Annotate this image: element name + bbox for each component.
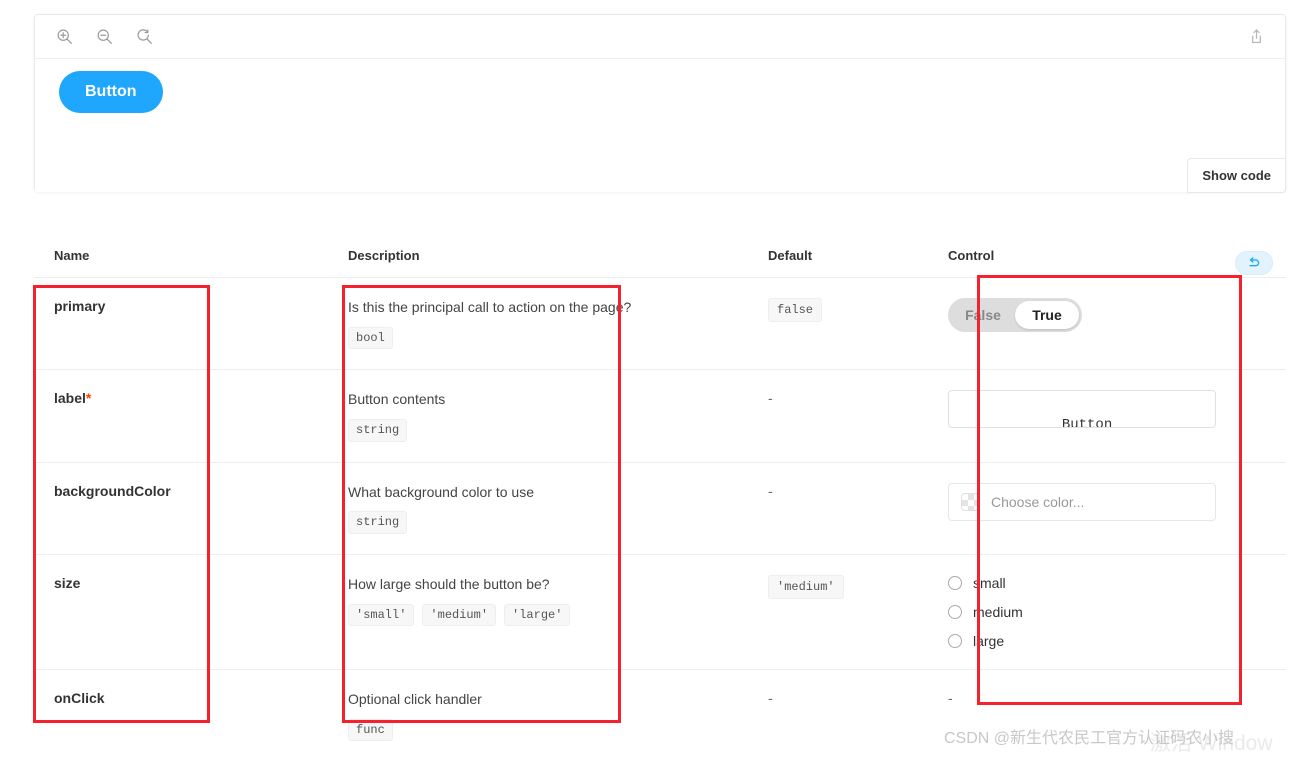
type-pill: string [348,419,408,442]
zoom-out-icon[interactable] [87,22,121,52]
preview-toolbar [35,15,1285,59]
prop-control-cell: False True [934,277,1286,370]
prop-name-text: primary [54,298,106,314]
default-value: - [768,482,773,499]
required-marker: * [85,390,92,407]
args-table: Name Description Default Control primary… [34,248,1286,757]
table-row: primary Is this the principal call to ac… [34,277,1286,370]
share-icon[interactable] [1239,22,1273,52]
prop-description-cell: How large should the button be? 'small' … [334,554,754,670]
prop-description-cell: What background color to use string [334,462,754,555]
zoom-in-icon[interactable] [47,22,81,52]
label-text-control[interactable]: Button [948,390,1216,429]
prop-name-cell: label* [34,369,334,463]
table-row: label* Button contents string - Button [34,369,1286,463]
prop-default-cell: - [754,462,934,555]
color-picker-control[interactable]: Choose color... [948,482,1216,521]
prop-control-cell: small medium large [934,554,1286,670]
resize-handle-icon[interactable] [1202,414,1214,426]
prop-description-text: What background color to use [348,483,534,500]
default-value: - [768,689,773,706]
type-pill: 'small' [348,603,415,627]
radio-option-medium[interactable]: medium [948,604,1286,620]
reset-controls-button[interactable] [1235,251,1273,275]
prop-default-cell: false [754,277,934,370]
radio-label: large [973,632,1005,649]
color-placeholder-text: Choose color... [991,493,1085,510]
radio-label: medium [973,603,1023,620]
prop-control-cell: Choose color... [934,462,1286,555]
radio-circle-icon[interactable] [948,604,962,619]
prop-name-cell: size [34,554,334,670]
csdn-watermark: CSDN @新生代农民工官方认证码农小搜 [944,730,1235,747]
prop-description-text: Is this the principal call to action on … [348,299,632,315]
prop-type-list: 'small' 'medium' 'large' [348,603,754,627]
radio-option-large[interactable]: large [948,633,1286,649]
prop-description-text: Optional click handler [348,690,482,707]
prop-description-cell: Is this the principal call to action on … [334,277,754,370]
prop-name-text: onClick [54,689,105,706]
header-default: Default [754,248,934,278]
default-value: 'medium' [768,574,844,599]
storybook-docs-page: Button Show code Name Description Defaul… [0,0,1311,757]
default-value: false [768,298,823,322]
toggle-true-option[interactable]: True [1015,301,1079,329]
toggle-false-option[interactable]: False [951,301,1015,329]
radio-label: small [973,574,1006,591]
table-row: size How large should the button be? 'sm… [34,554,1286,670]
story-preview-panel: Button Show code [34,14,1286,193]
story-canvas: Button Show code [35,59,1286,193]
header-description: Description [334,248,754,278]
type-pill: string [348,511,408,534]
zoom-reset-icon[interactable] [127,22,161,52]
control-empty-value: - [948,689,953,706]
size-radio-group: small medium large [948,575,1286,649]
header-name: Name [34,248,334,278]
prop-name-cell: backgroundColor [34,462,334,555]
prop-description-text: Button contents [348,391,446,408]
prop-default-cell: 'medium' [754,554,934,670]
prop-default-cell: - [754,669,934,757]
prop-type-list: string [348,511,754,534]
story-demo-button[interactable]: Button [59,71,163,113]
show-code-button[interactable]: Show code [1187,158,1286,193]
prop-name-text: size [54,574,81,591]
default-value: - [768,390,773,407]
prop-control-cell: Button [934,369,1286,463]
type-pill: bool [348,326,393,350]
label-text-value: Button [1061,417,1113,429]
prop-default-cell: - [754,369,934,463]
prop-description-text: How large should the button be? [348,575,550,592]
radio-option-small[interactable]: small [948,575,1286,591]
header-control: Control [934,248,1286,278]
prop-type-list: func [348,718,754,742]
type-pill: func [348,718,393,742]
prop-description-cell: Button contents string [334,369,754,463]
type-pill: 'medium' [422,603,497,627]
prop-name-cell: primary [34,277,334,370]
boolean-toggle-control[interactable]: False True [948,298,1082,332]
prop-name-text: backgroundColor [54,482,171,499]
radio-circle-icon[interactable] [948,633,962,648]
prop-name-cell: onClick [34,669,334,757]
args-table-header-row: Name Description Default Control [34,248,1286,278]
radio-circle-icon[interactable] [948,575,962,590]
prop-name-text: label [54,390,86,407]
prop-description-cell: Optional click handler func [334,669,754,757]
table-row: backgroundColor What background color to… [34,462,1286,555]
prop-type-list: string [348,419,754,442]
color-swatch-icon[interactable] [961,492,979,511]
type-pill: 'large' [504,603,571,627]
prop-type-list: bool [348,326,754,350]
